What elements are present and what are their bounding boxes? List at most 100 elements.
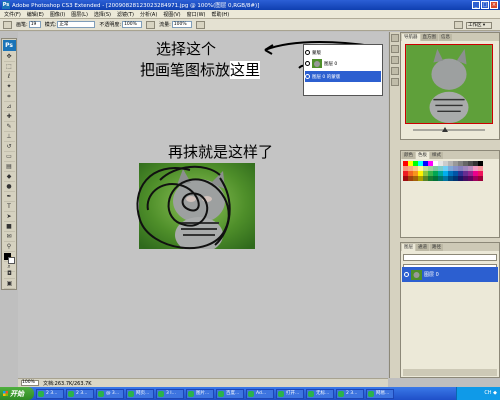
- color-swatch[interactable]: [478, 176, 483, 181]
- layer-comps-icon[interactable]: [391, 78, 399, 86]
- swatch-grid[interactable]: [403, 161, 483, 181]
- taskbar-button[interactable]: 打开...: [276, 388, 304, 399]
- clone-stamp-tool-icon[interactable]: ⊥: [3, 133, 15, 142]
- path-selection-tool-icon[interactable]: ➤: [3, 213, 15, 222]
- menu-analysis[interactable]: 分析(A): [140, 11, 157, 18]
- mode-select[interactable]: 正常: [57, 21, 96, 28]
- taskbar-button[interactable]: 网页...: [126, 388, 154, 399]
- tab-info[interactable]: 信息: [439, 34, 452, 41]
- pen-tool-icon[interactable]: ✒: [3, 193, 15, 202]
- lasso-tool-icon[interactable]: ℓ: [3, 73, 15, 82]
- taskbar-button[interactable]: 2 3...: [66, 388, 94, 399]
- menu-window[interactable]: 窗口(W): [187, 11, 206, 18]
- gradient-tool-icon[interactable]: ▤: [3, 163, 15, 172]
- layer-thumbnail: [312, 59, 322, 68]
- healing-brush-tool-icon[interactable]: ✚: [3, 113, 15, 122]
- tab-styles[interactable]: 样式: [430, 152, 443, 159]
- brush-option: 画笔: 19: [16, 21, 41, 28]
- eye-icon[interactable]: [404, 272, 409, 277]
- flow-field[interactable]: 100%: [171, 21, 192, 28]
- brush-size-field[interactable]: 19: [28, 21, 41, 28]
- taskbar-button[interactable]: 图片...: [186, 388, 214, 399]
- start-button[interactable]: 开始: [0, 387, 34, 400]
- tab-navigator[interactable]: 导航器: [402, 34, 420, 41]
- type-tool-icon[interactable]: T: [3, 203, 15, 212]
- tool-presets-icon[interactable]: [391, 67, 399, 75]
- history-panel-icon[interactable]: [391, 34, 399, 42]
- brush-tool-icon[interactable]: ✎: [3, 123, 15, 132]
- annotation-place-brush-text: 把画笔图标放: [140, 61, 231, 79]
- menu-layer[interactable]: 图层(L): [71, 11, 88, 18]
- tab-channels[interactable]: 通道: [416, 244, 429, 251]
- slice-tool-icon[interactable]: ⊿: [3, 103, 15, 112]
- flow-label: 流量:: [159, 22, 171, 28]
- actions-panel-icon[interactable]: [391, 45, 399, 53]
- marquee-tool-icon[interactable]: ⬚: [3, 63, 15, 72]
- document-info[interactable]: 文档:263.7K/263.7K: [43, 380, 92, 387]
- photoshop-app-icon: Ps: [2, 1, 10, 9]
- palette-well-icon[interactable]: [454, 21, 463, 29]
- menu-bar: 文件(F) 编辑(E) 图像(I) 图层(L) 选择(S) 滤镜(T) 分析(A…: [0, 10, 500, 19]
- popup-row-layer0-mask-label: 图层 0 的蒙版: [312, 74, 341, 80]
- minimize-icon[interactable]: _: [472, 1, 480, 9]
- menu-filter[interactable]: 滤镜(T): [117, 11, 134, 18]
- system-tray[interactable]: CH ◆: [456, 387, 500, 400]
- zoom-field[interactable]: 100%: [21, 380, 39, 386]
- tab-paths[interactable]: 路径: [430, 244, 443, 251]
- brush-palette-toggle-icon[interactable]: [195, 20, 205, 29]
- eraser-tool-icon[interactable]: ▭: [3, 153, 15, 162]
- navigator-zoom-slider[interactable]: [405, 127, 493, 133]
- magic-wand-tool-icon[interactable]: ✦: [3, 83, 15, 92]
- eye-icon[interactable]: [305, 50, 310, 55]
- taskbar-button[interactable]: Ad...: [246, 388, 274, 399]
- blend-mode-select[interactable]: [403, 254, 497, 261]
- menu-help[interactable]: 帮助(H): [211, 11, 229, 18]
- brush-label: 画笔:: [16, 22, 28, 28]
- dodge-tool-icon[interactable]: ●: [3, 183, 15, 192]
- tool-preset-picker[interactable]: [3, 20, 12, 29]
- notes-tool-icon[interactable]: ✉: [3, 233, 15, 242]
- close-icon[interactable]: ×: [490, 1, 498, 9]
- airbrush-icon[interactable]: [146, 20, 156, 29]
- tab-histogram[interactable]: 直方图: [420, 34, 438, 41]
- popup-row-mask[interactable]: 蒙版: [305, 47, 381, 58]
- taskbar-button[interactable]: 百度...: [216, 388, 244, 399]
- menu-file[interactable]: 文件(F): [4, 11, 21, 18]
- menu-image[interactable]: 图像(I): [50, 11, 65, 18]
- quick-mask-icon[interactable]: ◘: [4, 270, 15, 279]
- history-brush-tool-icon[interactable]: ↺: [3, 143, 15, 152]
- taskbar-button[interactable]: 3 I...: [156, 388, 184, 399]
- taskbar-button[interactable]: 2 3...: [336, 388, 364, 399]
- menu-view[interactable]: 视图(V): [163, 11, 180, 18]
- tab-swatches[interactable]: 色板: [416, 152, 429, 159]
- taskbar-button[interactable]: 2 3...: [36, 388, 64, 399]
- taskbar-button[interactable]: 网易...: [366, 388, 394, 399]
- layer-mask-popup: 蒙版 图层 0 图层 0 的蒙版: [303, 44, 383, 96]
- taskbar-button[interactable]: 无标...: [306, 388, 334, 399]
- background-color-swatch[interactable]: [8, 257, 15, 264]
- shape-tool-icon[interactable]: ■: [3, 223, 15, 232]
- menu-select[interactable]: 选择(S): [94, 11, 111, 18]
- screen-mode-icon[interactable]: ▣: [4, 280, 15, 289]
- workspace-menu[interactable]: 工作区 ▾: [466, 21, 492, 29]
- photoshop-logo: Ps: [2, 40, 16, 51]
- maximize-icon[interactable]: □: [481, 1, 489, 9]
- move-tool-icon[interactable]: ✥: [3, 53, 15, 62]
- tab-color[interactable]: 颜色: [402, 152, 415, 159]
- layer-row[interactable]: 图层 0: [402, 267, 498, 282]
- blur-tool-icon[interactable]: ◆: [3, 173, 15, 182]
- scribble-overlay: [136, 165, 231, 250]
- navigator-thumbnail[interactable]: [405, 44, 493, 124]
- popup-row-layer0[interactable]: 图层 0: [305, 58, 381, 69]
- crop-tool-icon[interactable]: ⌗: [3, 93, 15, 102]
- eye-icon[interactable]: [305, 74, 310, 79]
- eye-icon[interactable]: [305, 61, 310, 66]
- eyedropper-tool-icon[interactable]: ⚲: [3, 243, 15, 252]
- opacity-field[interactable]: 100%: [122, 21, 143, 28]
- tab-layers[interactable]: 图层: [402, 244, 415, 251]
- popup-row-layer0-mask[interactable]: 图层 0 的蒙版: [305, 71, 381, 82]
- taskbar: 开始 2 3... 2 3... @ 3... 网页... 3 I... 图片.…: [0, 387, 500, 400]
- brushes-panel-icon[interactable]: [391, 56, 399, 64]
- menu-edit[interactable]: 编辑(E): [27, 11, 44, 18]
- taskbar-button[interactable]: @ 3...: [96, 388, 124, 399]
